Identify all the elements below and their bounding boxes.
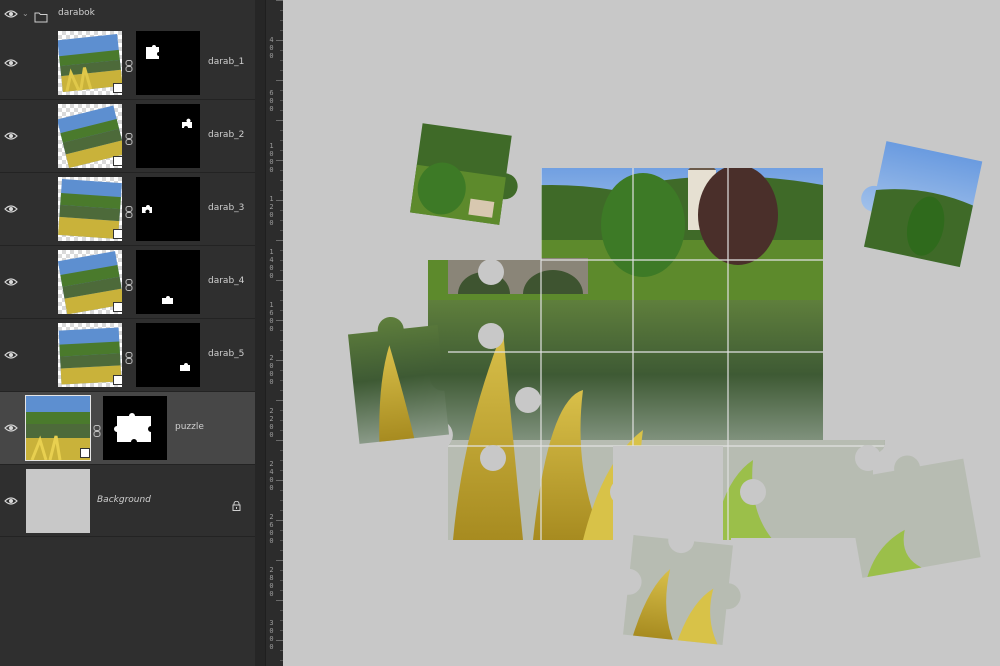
ruler-label: 4 0 0	[269, 36, 274, 60]
layer-name[interactable]: darab_4	[208, 276, 244, 286]
ruler-label: 1 2 0 0	[269, 195, 274, 227]
ruler-label: 3 0 0 0	[269, 619, 274, 651]
layer-name[interactable]: Background	[97, 495, 151, 505]
ruler-label: 2 2 0 0	[269, 407, 274, 439]
layer-row-darab-4[interactable]: darab_4	[0, 246, 255, 319]
visibility-eye-icon[interactable]	[4, 9, 18, 19]
layer-row-puzzle[interactable]: puzzle	[0, 392, 255, 465]
ruler-label: 2 0 0 0	[269, 354, 274, 386]
visibility-eye-icon[interactable]	[4, 277, 18, 287]
link-chain-icon[interactable]	[125, 349, 133, 364]
photo-editor-window: ⌄ darabok darab_1 darab_2 darab_3 darab_…	[0, 0, 1000, 666]
smart-object-icon	[80, 448, 90, 458]
layer-mask-thumbnail[interactable]	[136, 323, 200, 387]
layer-name[interactable]: darab_5	[208, 349, 244, 359]
layer-row-darab-3[interactable]: darab_3	[0, 173, 255, 246]
ruler-label: 1 6 0 0	[269, 301, 274, 333]
ruler-label: 6 0 0	[269, 89, 274, 113]
link-chain-icon[interactable]	[125, 203, 133, 218]
smart-object-icon	[113, 156, 123, 166]
chevron-down-icon[interactable]: ⌄	[22, 9, 32, 19]
link-chain-icon[interactable]	[125, 57, 133, 72]
layer-mask-thumbnail[interactable]	[136, 177, 200, 241]
visibility-eye-icon[interactable]	[4, 350, 18, 360]
layer-group-row[interactable]: ⌄ darabok	[0, 0, 255, 28]
layer-row-darab-5[interactable]: darab_5	[0, 319, 255, 392]
layer-name[interactable]: darab_3	[208, 203, 244, 213]
smart-object-icon	[113, 375, 123, 385]
layer-mask-thumbnail[interactable]	[103, 396, 167, 460]
ruler-label: 1 0 0 0	[269, 142, 274, 174]
layer-thumbnail	[26, 469, 90, 533]
link-chain-icon[interactable]	[125, 276, 133, 291]
smart-object-icon	[113, 83, 123, 93]
link-chain-icon[interactable]	[125, 130, 133, 145]
visibility-eye-icon[interactable]	[4, 496, 18, 506]
layers-panel: ⌄ darabok darab_1 darab_2 darab_3 darab_…	[0, 0, 255, 666]
smart-object-icon	[113, 302, 123, 312]
vertical-ruler: 4 0 0 6 0 0 1 0 0 0 1 2 0 0 1 4 0 0 1 6 0 0 2 …	[265, 0, 284, 666]
visibility-eye-icon[interactable]	[4, 58, 18, 68]
layer-row-darab-2[interactable]: darab_2	[0, 100, 255, 173]
folder-icon	[34, 8, 48, 23]
layers-panel-empty-area	[0, 537, 255, 666]
layer-group-name: darabok	[58, 8, 95, 18]
link-chain-icon[interactable]	[93, 422, 101, 437]
puzzle-artwork	[347, 123, 983, 646]
ruler-label: 2 4 0 0	[269, 460, 274, 492]
visibility-eye-icon[interactable]	[4, 131, 18, 141]
layer-mask-thumbnail[interactable]	[136, 31, 200, 95]
loose-puzzle-piece[interactable]	[623, 535, 746, 646]
layer-mask-thumbnail[interactable]	[136, 250, 200, 314]
layers-scrollbar[interactable]	[255, 0, 265, 666]
layer-row-background[interactable]: Background	[0, 465, 255, 537]
ruler-label: 1 4 0 0	[269, 248, 274, 280]
layer-name[interactable]: darab_1	[208, 57, 244, 67]
layer-mask-thumbnail[interactable]	[136, 104, 200, 168]
loose-puzzle-piece[interactable]	[410, 123, 525, 226]
layer-name[interactable]: darab_2	[208, 130, 244, 140]
ruler-label: 2 6 0 0	[269, 513, 274, 545]
document-canvas[interactable]	[283, 0, 1000, 666]
loose-puzzle-piece[interactable]	[851, 138, 983, 268]
smart-object-icon	[113, 229, 123, 239]
visibility-eye-icon[interactable]	[4, 423, 18, 433]
visibility-eye-icon[interactable]	[4, 204, 18, 214]
ruler-label: 2 8 0 0	[269, 566, 274, 598]
lock-icon[interactable]	[232, 496, 241, 511]
layer-name[interactable]: puzzle	[175, 422, 204, 432]
layer-row-darab-1[interactable]: darab_1	[0, 27, 255, 100]
